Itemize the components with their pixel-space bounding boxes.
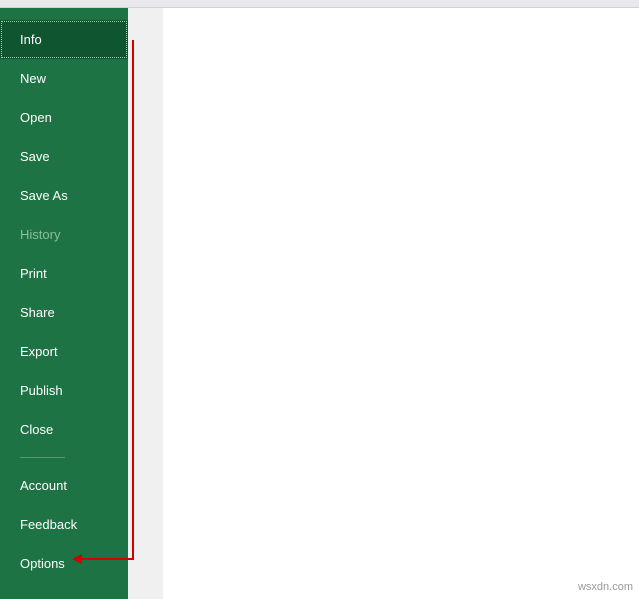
annotation-line-vertical [132, 40, 134, 560]
sidebar-item-info[interactable]: Info [0, 20, 128, 59]
sidebar-item-label: Feedback [20, 517, 77, 532]
sidebar-item-account[interactable]: Account [0, 466, 128, 505]
window-top-bar [0, 0, 639, 8]
sidebar-item-label: Account [20, 478, 67, 493]
sidebar-item-publish[interactable]: Publish [0, 371, 128, 410]
sidebar-item-label: Save [20, 149, 50, 164]
sidebar-item-label: New [20, 71, 46, 86]
sidebar-item-label: Close [20, 422, 53, 437]
annotation-line-horizontal [80, 558, 134, 560]
sidebar-separator [20, 457, 65, 458]
sidebar-item-label: Open [20, 110, 52, 125]
sidebar-item-history: History [0, 215, 128, 254]
sidebar-item-label: Publish [20, 383, 63, 398]
sidebar-item-label: Share [20, 305, 55, 320]
sidebar-item-label: Print [20, 266, 47, 281]
sidebar-item-label: Save As [20, 188, 68, 203]
sidebar-item-label: Options [20, 556, 65, 571]
backstage-sidebar: Info New Open Save Save As History Print… [0, 8, 128, 599]
sidebar-item-label: Export [20, 344, 58, 359]
sidebar-item-options[interactable]: Options [0, 544, 128, 583]
sidebar-item-export[interactable]: Export [0, 332, 128, 371]
sidebar-item-new[interactable]: New [0, 59, 128, 98]
sidebar-item-share[interactable]: Share [0, 293, 128, 332]
sidebar-item-save-as[interactable]: Save As [0, 176, 128, 215]
sidebar-item-feedback[interactable]: Feedback [0, 505, 128, 544]
watermark-text: wsxdn.com [578, 581, 633, 593]
annotation-arrow-icon [72, 554, 82, 564]
sidebar-item-label: History [20, 227, 60, 242]
sidebar-item-label: Info [20, 32, 42, 47]
content-area [163, 8, 639, 599]
sidebar-item-close[interactable]: Close [0, 410, 128, 449]
sidebar-item-save[interactable]: Save [0, 137, 128, 176]
sidebar-item-open[interactable]: Open [0, 98, 128, 137]
backstage-container: Info New Open Save Save As History Print… [0, 8, 639, 599]
sidebar-item-print[interactable]: Print [0, 254, 128, 293]
